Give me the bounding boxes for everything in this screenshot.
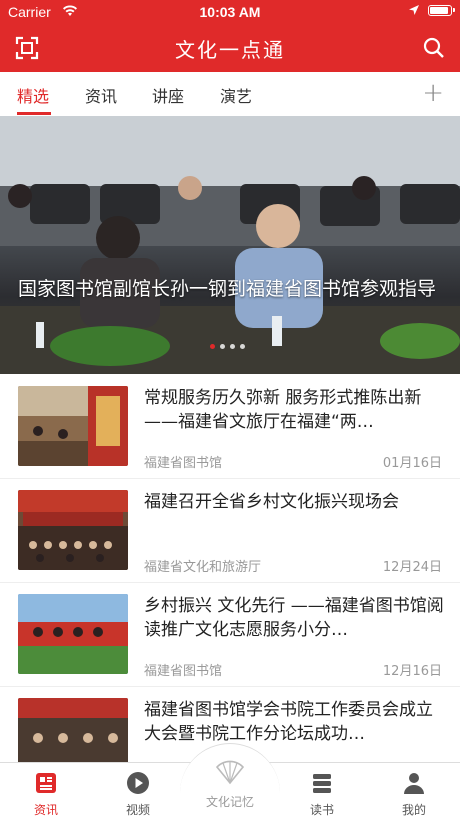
status-time: 10:03 AM [199,4,261,20]
status-bar: Carrier 10:03 AM [0,0,460,24]
books-icon [313,774,331,793]
banner-caption: 国家图书馆副馆长孙一钢到福建省图书馆参观指导 [18,278,437,300]
battery-icon [428,4,455,16]
nav-bar: 文化一点通 [0,24,460,72]
carousel-dots [210,344,245,349]
news-title: 乡村振兴 文化先行 ——福建省图书馆阅读推广文化志愿服务小分… [144,596,444,640]
tab-news[interactable]: 资讯 [85,83,117,107]
location-arrow-icon [409,5,419,15]
user-icon [404,773,424,794]
featured-banner[interactable]: 国家图书馆副馆长孙一钢到福建省图书馆参观指导 [0,116,460,374]
news-thumbnail [18,386,128,466]
tab-bar-label: 读书 [309,803,334,817]
news-source: 福建省文化和旅游厅 [144,560,262,575]
banner-image [0,116,460,374]
news-item[interactable]: 福建召开全省乡村文化振兴现场会 福建省文化和旅游厅 12月24日 [0,478,460,583]
news-source: 福建省图书馆 [144,456,223,471]
news-source: 福建省图书馆 [144,664,223,679]
category-tabs: 精选 资讯 讲座 演艺 + [0,72,460,117]
carousel-dot [230,344,235,349]
tab-performances[interactable]: 演艺 [220,83,252,107]
tab-lectures[interactable]: 讲座 [152,83,184,107]
tab-bar-label: 文化记忆 [205,795,254,809]
carousel-dot [210,344,215,349]
bottom-tab-bar: 资讯 视频 文化记忆 读书 我的 [0,743,460,819]
tab-bar-label: 我的 [401,803,426,817]
active-tab-indicator [17,112,51,115]
tab-bar-label: 资讯 [33,803,58,817]
fan-icon [215,760,245,785]
news-thumbnail [18,490,128,570]
news-title: 福建召开全省乡村文化振兴现场会 [144,492,399,512]
app-title: 文化一点通 [175,38,285,62]
news-date: 01月16日 [382,456,442,471]
play-circle-icon [127,772,149,794]
news-date: 12月24日 [382,560,442,575]
news-date: 12月16日 [382,664,442,679]
carousel-dot [220,344,225,349]
news-title: 常规服务历久弥新 服务形式推陈出新 ——福建省文旅厅在福建“两… [144,388,422,432]
news-item[interactable]: 乡村振兴 文化先行 ——福建省图书馆阅读推广文化志愿服务小分… 福建省图书馆 1… [0,582,460,687]
tab-bar-label: 视频 [125,803,150,817]
newspaper-icon [36,773,56,793]
news-item[interactable]: 常规服务历久弥新 服务形式推陈出新 ——福建省文旅厅在福建“两… 福建省图书馆 … [0,374,460,479]
search-icon[interactable] [422,36,446,60]
news-title: 福建省图书馆学会书院工作委员会成立大会暨书院工作分论坛成功… [144,700,433,744]
news-thumbnail [18,594,128,674]
add-tab-icon[interactable]: + [422,78,444,108]
carousel-dot [240,344,245,349]
tab-featured[interactable]: 精选 [17,83,49,107]
